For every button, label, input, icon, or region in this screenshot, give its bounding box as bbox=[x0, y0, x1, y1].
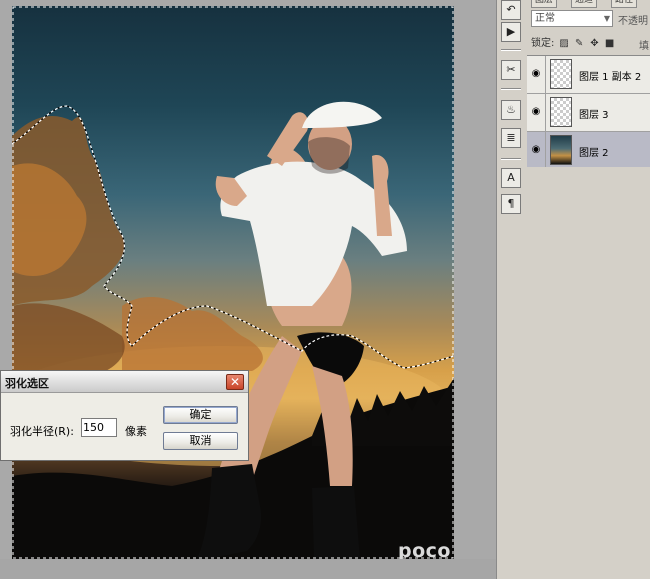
layer-name: 图层 1 副本 2 bbox=[579, 72, 642, 83]
photo-artwork bbox=[12, 6, 454, 559]
tool-preset-icon[interactable]: ≣ bbox=[501, 128, 521, 148]
blend-mode-select[interactable]: 正常 ▼ bbox=[531, 10, 613, 27]
layers-panel-empty-area bbox=[527, 167, 650, 579]
unit-label: 像素 bbox=[125, 425, 147, 438]
lock-label: 锁定: bbox=[531, 38, 555, 49]
dialog-title: 羽化选区 bbox=[5, 377, 49, 390]
eye-icon[interactable]: ◉ bbox=[529, 144, 543, 156]
paragraph-icon[interactable]: ¶ bbox=[501, 194, 521, 214]
tab-paths[interactable]: 路径 bbox=[611, 0, 638, 8]
layer-divider bbox=[545, 94, 546, 131]
character-icon[interactable]: A bbox=[501, 168, 521, 188]
brush-tool-icon[interactable]: ✂ bbox=[501, 60, 521, 80]
layers-panel: 图层 通道 路径 正常 ▼ 不透明 锁定: ▨ ✎ ✥ ■ 填 ◉ 图层 1 副… bbox=[527, 0, 650, 579]
eye-icon[interactable]: ◉ bbox=[529, 68, 543, 80]
fill-label: 填 bbox=[639, 41, 649, 52]
opacity-label: 不透明 bbox=[618, 16, 648, 27]
lock-all-icon[interactable]: ■ bbox=[604, 37, 615, 51]
layer-thumbnail bbox=[550, 97, 572, 127]
layer-row[interactable]: ◉ 图层 3 bbox=[527, 94, 650, 132]
blend-mode-value: 正常 bbox=[535, 13, 555, 24]
layer-divider bbox=[545, 132, 546, 169]
tab-layers[interactable]: 图层 bbox=[531, 0, 558, 8]
cancel-button[interactable]: 取消 bbox=[163, 432, 238, 450]
action-play-icon[interactable]: ▶ bbox=[501, 22, 521, 42]
eye-icon[interactable]: ◉ bbox=[529, 106, 543, 118]
layer-row-selected[interactable]: ◉ 图层 2 bbox=[527, 132, 650, 170]
panel-dock-toolstrip: ↶ ▶ ✂ ♨ ≣ A ¶ bbox=[496, 0, 528, 579]
toolstrip-divider bbox=[501, 88, 521, 90]
feather-radius-label: 羽化半径(R): bbox=[10, 425, 74, 438]
toolstrip-divider bbox=[501, 49, 521, 51]
history-brush-icon[interactable]: ↶ bbox=[501, 0, 521, 20]
lock-pixels-icon[interactable]: ✎ bbox=[574, 37, 585, 51]
layer-name: 图层 3 bbox=[579, 110, 609, 121]
dialog-titlebar[interactable]: 羽化选区 ✕ bbox=[1, 371, 248, 393]
feather-selection-dialog: 羽化选区 ✕ 羽化半径(R): 像素 确定 取消 bbox=[0, 370, 249, 461]
layer-row[interactable]: ◉ 图层 1 副本 2 bbox=[527, 56, 650, 94]
lock-transparency-icon[interactable]: ▨ bbox=[559, 37, 570, 51]
clone-stamp-icon[interactable]: ♨ bbox=[501, 100, 521, 120]
layer-thumbnail bbox=[550, 59, 572, 89]
feather-radius-input[interactable] bbox=[81, 418, 117, 437]
toolstrip-divider bbox=[501, 158, 521, 160]
ok-button[interactable]: 确定 bbox=[163, 406, 238, 424]
panel-tabs: 图层 通道 路径 bbox=[527, 0, 650, 8]
poco-watermark: poco bbox=[398, 540, 451, 559]
layer-name: 图层 2 bbox=[579, 148, 609, 159]
lock-position-icon[interactable]: ✥ bbox=[589, 37, 600, 51]
lock-row: 锁定: ▨ ✎ ✥ ■ bbox=[531, 37, 650, 51]
layer-thumbnail bbox=[550, 135, 572, 165]
document-workspace: poco bbox=[0, 0, 496, 579]
chevron-down-icon: ▼ bbox=[603, 14, 610, 23]
layer-divider bbox=[545, 56, 546, 93]
tab-channels[interactable]: 通道 bbox=[571, 0, 598, 8]
document-canvas[interactable]: poco bbox=[12, 6, 454, 559]
layers-list: ◉ 图层 1 副本 2 ◉ 图层 3 ◉ 图层 2 bbox=[527, 55, 650, 170]
close-button[interactable]: ✕ bbox=[226, 374, 244, 390]
